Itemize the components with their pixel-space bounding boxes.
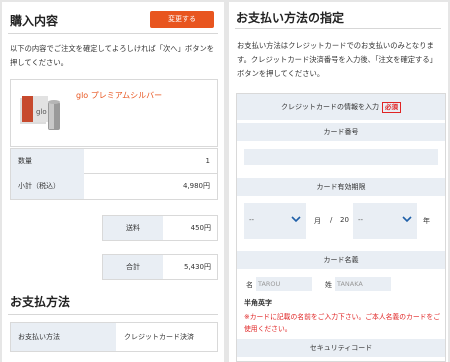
year-placeholder: -- [358,216,364,224]
first-name-label: 名 [246,281,253,289]
product-image: glo [20,96,60,130]
purchase-panel: 購入内容 変更する 以下の内容でご注文を確定してよろしければ「次へ」ボタンを押し… [2,2,224,362]
quantity-value: 1 [205,157,210,165]
card-name-label: カード名義 [237,251,445,269]
card-number-label: カード番号 [237,123,445,141]
card-number-input[interactable] [244,149,438,165]
purchase-title: 購入内容 [10,14,59,28]
last-name-input[interactable]: TANAKA [335,277,391,291]
required-badge: 必須 [382,101,401,113]
subtotal-row: 小計（税込） 4,980円 [10,174,218,200]
payment-spec-title: お支払い方法の指定 [236,11,345,25]
month-unit: 月 [314,217,321,225]
quantity-label: 数量 [11,149,84,174]
total-label: 合計 [103,255,163,279]
shipping-row: 送料 450円 [102,215,218,241]
total-row: 合計 5,430円 [102,254,218,280]
payment-row: お支払い方法 クレジットカード決済 [10,322,218,352]
divider [8,314,218,315]
expiry-slash: / [330,216,333,224]
svg-text:glo: glo [36,108,47,116]
expiry-year-select[interactable]: -- [353,203,417,239]
product-card: glo glo プレミアムシルバー [10,79,218,147]
payment-spec-panel: お支払い方法の指定 お支払い方法はクレジットカードでのお支払いのみとなります。ク… [229,2,448,362]
first-name-input[interactable]: TAROU [256,277,312,291]
name-warning: ※カードに記載の名前をご入力下さい。ご本人名義のカードをご使用ください。 [244,313,441,333]
total-value: 5,430円 [183,263,211,271]
payment-title: お支払方法 [10,295,71,309]
cc-header: クレジットカードの情報を入力 必須 [237,94,445,120]
product-name[interactable]: glo プレミアムシルバー [76,90,162,101]
security-code-label: セキュリティコード [237,339,445,357]
divider [8,33,218,34]
hankaku-note: 半角英字 [244,299,272,307]
month-placeholder: -- [249,216,255,224]
credit-card-form: クレジットカードの情報を入力 必須 カード番号 カード有効期限 -- 月 / 20… [236,93,446,362]
change-button[interactable]: 変更する [150,11,214,28]
subtotal-value: 4,980円 [182,182,210,190]
expiry-label: カード有効期限 [237,178,445,196]
chevron-down-icon [291,216,301,223]
shipping-label: 送料 [103,216,163,240]
purchase-header: 購入内容 変更する [10,8,220,30]
last-name-label: 姓 [325,281,332,289]
quantity-row: 数量 1 [10,148,218,174]
expiry-month-select[interactable]: -- [244,203,306,239]
shipping-value: 450円 [190,224,211,232]
payment-value: クレジットカード決済 [124,333,194,341]
cc-header-label: クレジットカードの情報を入力 [281,103,379,111]
chevron-down-icon [402,216,412,223]
divider [235,28,441,29]
subtotal-label: 小計（税込） [11,174,84,199]
payment-spec-intro: お支払い方法はクレジットカードでのお支払いのみとなります。クレジットカード決済番… [237,41,437,78]
payment-label: お支払い方法 [11,323,116,351]
year-unit: 年 [423,217,430,225]
year-prefix: 20 [340,216,349,224]
purchase-intro: 以下の内容でご注文を確定してよろしければ「次へ」ボタンを押してください。 [10,44,215,67]
